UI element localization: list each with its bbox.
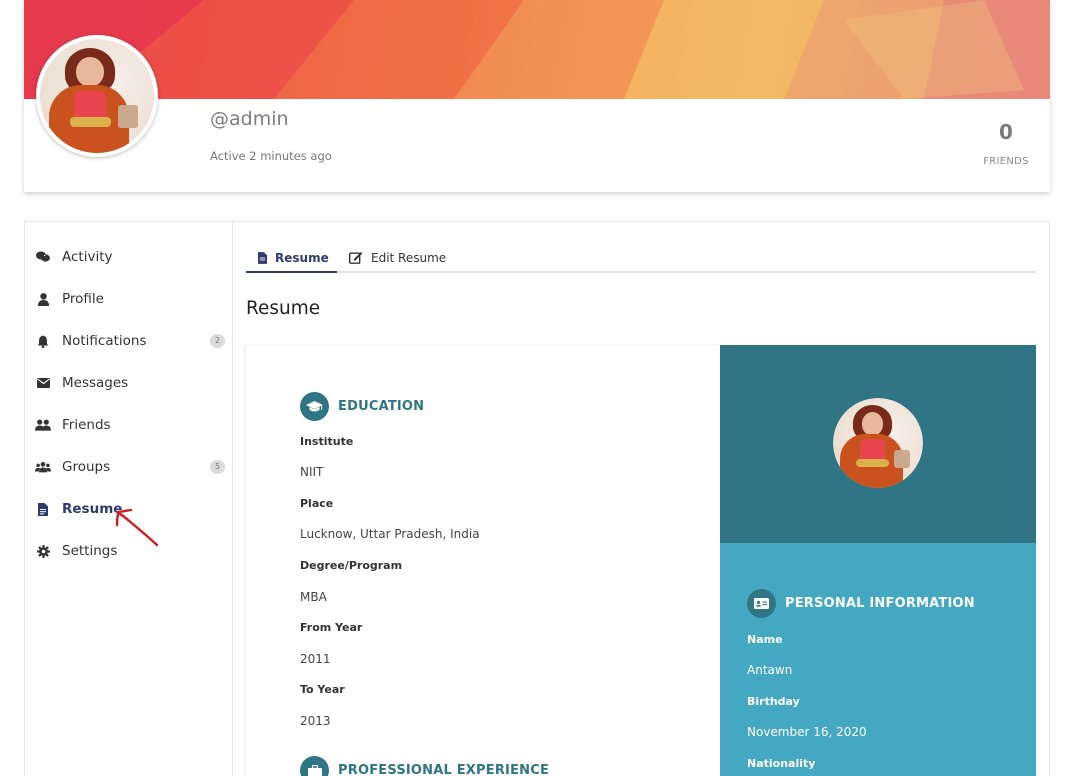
friends-count: 0 <box>999 120 1013 144</box>
document-icon <box>258 251 267 264</box>
sidebar-item-label: Activity <box>62 249 113 265</box>
sidebar-item-groups[interactable]: Groups 5 <box>35 453 225 481</box>
resume-tabs: Resume Edit Resume <box>246 242 1036 273</box>
field-label-nationality: Nationality <box>747 757 816 770</box>
field-value-to-year: 2013 <box>300 714 331 728</box>
field-label-from-year: From Year <box>300 621 363 634</box>
sidebar-item-friends[interactable]: Friends <box>35 411 225 439</box>
field-value-name: Antawn <box>747 663 793 677</box>
active-tab-indicator <box>246 271 337 273</box>
resume-document: EDUCATION Institute NIIT Place Lucknow, … <box>246 345 1036 776</box>
field-label-degree: Degree/Program <box>300 559 403 572</box>
page-title: Resume <box>246 298 321 319</box>
friends-stat[interactable]: 0 FRIENDS <box>974 120 1038 167</box>
resume-avatar <box>833 398 923 488</box>
sidebar-item-messages[interactable]: Messages <box>35 369 225 397</box>
experience-section-header: PROFESSIONAL EXPERIENCE <box>300 756 549 776</box>
avatar-image <box>40 39 154 153</box>
field-value-degree: MBA <box>300 590 327 604</box>
sidebar-item-notifications[interactable]: Notifications 2 <box>35 327 225 355</box>
sidebar-item-profile[interactable]: Profile <box>35 285 225 313</box>
section-title: PROFESSIONAL EXPERIENCE <box>338 763 550 776</box>
bell-icon <box>35 333 51 349</box>
field-label-name: Name <box>747 633 783 646</box>
field-value-birthday: November 16, 2020 <box>747 725 867 739</box>
field-label-place: Place <box>300 497 334 510</box>
sidebar-item-label: Notifications <box>62 333 147 349</box>
profile-avatar[interactable] <box>36 35 158 157</box>
annotation-arrow-icon <box>115 508 159 547</box>
graduation-cap-icon <box>300 392 329 421</box>
groups-badge: 5 <box>210 460 225 474</box>
user-icon <box>35 291 51 307</box>
group-icon <box>35 459 51 475</box>
tab-resume[interactable]: Resume <box>258 242 329 273</box>
profile-username: @admin <box>210 108 289 130</box>
field-label-institute: Institute <box>300 435 354 448</box>
section-title: EDUCATION <box>338 399 425 414</box>
sidebar-item-activity[interactable]: Activity <box>35 243 225 271</box>
briefcase-icon <box>300 756 329 776</box>
active-status: Active 2 minutes ago <box>210 149 332 163</box>
profile-header: @admin Active 2 minutes ago 0 FRIENDS <box>24 0 1050 192</box>
gear-icon <box>35 543 51 559</box>
field-value-place: Lucknow, Uttar Pradesh, India <box>300 527 480 541</box>
users-icon <box>35 417 51 433</box>
personal-section-header: PERSONAL INFORMATION <box>747 589 975 618</box>
comments-icon <box>35 249 51 265</box>
sidebar-item-label: Groups <box>62 459 111 475</box>
sidebar-item-label: Friends <box>62 417 111 433</box>
field-value-institute: NIIT <box>300 465 324 479</box>
sidebar-nav: Activity Profile Notifications 2 Message… <box>25 222 233 776</box>
sidebar-item-label: Messages <box>62 375 129 391</box>
tab-label: Resume <box>275 250 329 265</box>
sidebar-item-label: Profile <box>62 291 104 307</box>
id-card-icon <box>747 589 776 618</box>
envelope-icon <box>35 375 51 391</box>
cover-image <box>24 0 1050 99</box>
tab-label: Edit Resume <box>371 250 447 265</box>
field-value-from-year: 2011 <box>300 652 331 666</box>
education-section-header: EDUCATION <box>300 392 424 421</box>
friends-label: FRIENDS <box>983 156 1029 167</box>
tab-edit-resume[interactable]: Edit Resume <box>349 242 446 273</box>
field-label-birthday: Birthday <box>747 695 800 708</box>
section-title: PERSONAL INFORMATION <box>785 596 975 611</box>
edit-icon <box>349 251 363 264</box>
personal-info-area: PERSONAL INFORMATION Name Antawn Birthda… <box>720 543 1036 776</box>
main-panel: Activity Profile Notifications 2 Message… <box>24 221 1050 776</box>
notifications-badge: 2 <box>210 334 225 348</box>
field-label-to-year: To Year <box>300 683 345 696</box>
resume-sidebar: PERSONAL INFORMATION Name Antawn Birthda… <box>720 345 1036 776</box>
avatar-image <box>833 398 923 488</box>
resume-photo-area <box>720 345 1036 543</box>
document-icon <box>35 501 51 517</box>
